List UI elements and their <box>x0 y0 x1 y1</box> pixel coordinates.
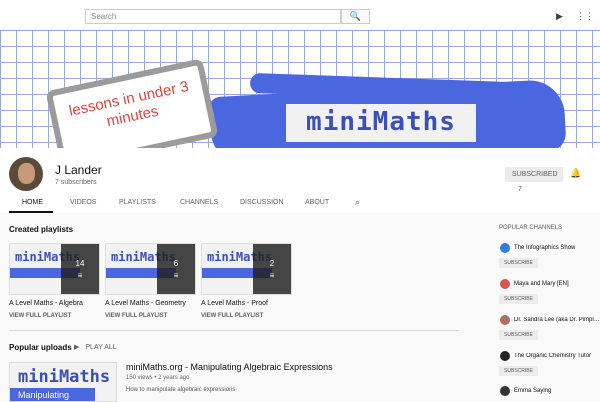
channel-avatar[interactable] <box>500 315 510 325</box>
playlist-overlay <box>253 244 291 294</box>
subscribe-button[interactable]: SUBSCRIBE <box>499 330 538 340</box>
tab-discussion[interactable]: DISCUSSION <box>240 199 284 206</box>
play-all-label: PLAY ALL <box>85 344 117 351</box>
playlist-icon: ≡ <box>173 271 179 280</box>
subscribe-button[interactable]: SUBSCRIBE <box>499 258 538 268</box>
playlist-count: 14 <box>75 259 85 268</box>
banner-tagline: lessons in under 3 minutes <box>67 77 191 131</box>
channel-avatar[interactable] <box>500 386 510 396</box>
subscriber-count: 7 subscribers <box>55 179 97 186</box>
video-thumb-logo: miniMaths <box>18 367 111 387</box>
playlist-overlay <box>61 244 99 294</box>
view-full-playlist-link[interactable]: VIEW FULL PLAYLIST <box>9 313 71 319</box>
tab-about[interactable]: ABOUT <box>305 199 329 206</box>
playlist-icon: ≡ <box>269 271 275 280</box>
popular-uploads-heading: Popular uploads <box>9 343 72 352</box>
popular-channels-heading: POPULAR CHANNELS <box>499 225 563 231</box>
popular-channel-name[interactable]: Dr. Sandra Lee (aka Dr. Pimple Popper) <box>514 317 600 323</box>
channel-avatar[interactable] <box>500 351 510 361</box>
section-divider <box>9 330 459 331</box>
banner-tagline-stamp: lessons in under 3 minutes <box>45 58 219 148</box>
playlist-thumbnail[interactable]: miniMaths 6 ≡ <box>105 243 196 295</box>
tab-channels[interactable]: CHANNELS <box>180 199 218 206</box>
banner-logo: miniMaths <box>286 104 476 142</box>
bell-icon[interactable]: 🔔 <box>570 168 581 179</box>
subscribed-label: SUBSCRIBED <box>512 171 558 178</box>
channel-avatar[interactable] <box>500 243 510 253</box>
channel-name: J Lander <box>55 163 102 177</box>
create-video-icon[interactable]: ▶ <box>556 11 563 22</box>
search-button[interactable]: 🔍 <box>341 9 370 24</box>
apps-icon[interactable]: ⋮⋮ <box>576 11 594 22</box>
avatar[interactable] <box>9 157 43 191</box>
subscribed-count: 7 <box>518 186 522 193</box>
subscribe-button[interactable]: SUBSCRIBE <box>499 366 538 376</box>
active-tab-indicator <box>9 211 53 213</box>
playlist-count: 6 <box>173 259 179 268</box>
video-thumb-caption: Manipulating <box>18 390 70 400</box>
video-title[interactable]: miniMaths.org - Manipulating Algebraic E… <box>126 362 333 372</box>
search-icon: 🔍 <box>349 11 362 21</box>
channel-banner: miniMaths lessons in under 3 minutes <box>0 30 600 148</box>
video-meta: 150 views • 2 years ago <box>126 375 190 381</box>
avatar-face <box>18 163 35 184</box>
tab-home[interactable]: HOME <box>22 199 43 206</box>
search-channel-icon[interactable]: ⌕ <box>355 197 360 208</box>
subscribe-button[interactable]: SUBSCRIBE <box>499 294 538 304</box>
playlist-thumbnail[interactable]: miniMaths 2 ≡ <box>201 243 292 295</box>
video-thumbnail[interactable]: miniMaths Manipulating <box>9 362 117 402</box>
banner-logo-text: miniMaths <box>306 107 456 137</box>
view-full-playlist-link[interactable]: VIEW FULL PLAYLIST <box>201 313 263 319</box>
tab-videos[interactable]: VIDEOS <box>70 199 96 206</box>
channel-avatar[interactable] <box>500 279 510 289</box>
popular-channel-name[interactable]: The Organic Chemistry Tutor <box>514 353 600 359</box>
playlist-thumbnail[interactable]: miniMaths 14 ≡ <box>9 243 100 295</box>
video-description: How to manipulate algebraic expressions <box>126 387 236 393</box>
popular-channel-name[interactable]: Emma Saying <box>514 388 551 394</box>
play-all-button[interactable]: ▶ PLAY ALL <box>74 343 117 351</box>
tab-playlists[interactable]: PLAYLISTS <box>119 199 156 206</box>
playlist-count: 2 <box>269 259 275 268</box>
playlist-overlay <box>157 244 195 294</box>
created-playlists-heading: Created playlists <box>9 225 74 234</box>
playlist-title[interactable]: A Level Maths - Proof <box>201 300 268 307</box>
search-input[interactable]: Search <box>85 9 341 24</box>
play-icon: ▶ <box>74 344 80 351</box>
popular-channel-name[interactable]: The Infographics Show <box>514 245 575 251</box>
playlist-title[interactable]: A Level Maths - Geometry <box>105 300 186 307</box>
subscribed-button[interactable]: SUBSCRIBED 7 <box>505 167 563 193</box>
playlist-title[interactable]: A Level Maths - Algebra <box>9 300 83 307</box>
playlist-icon: ≡ <box>77 271 83 280</box>
view-full-playlist-link[interactable]: VIEW FULL PLAYLIST <box>105 313 167 319</box>
popular-channel-name[interactable]: Maya and Mary [EN] <box>514 281 569 287</box>
